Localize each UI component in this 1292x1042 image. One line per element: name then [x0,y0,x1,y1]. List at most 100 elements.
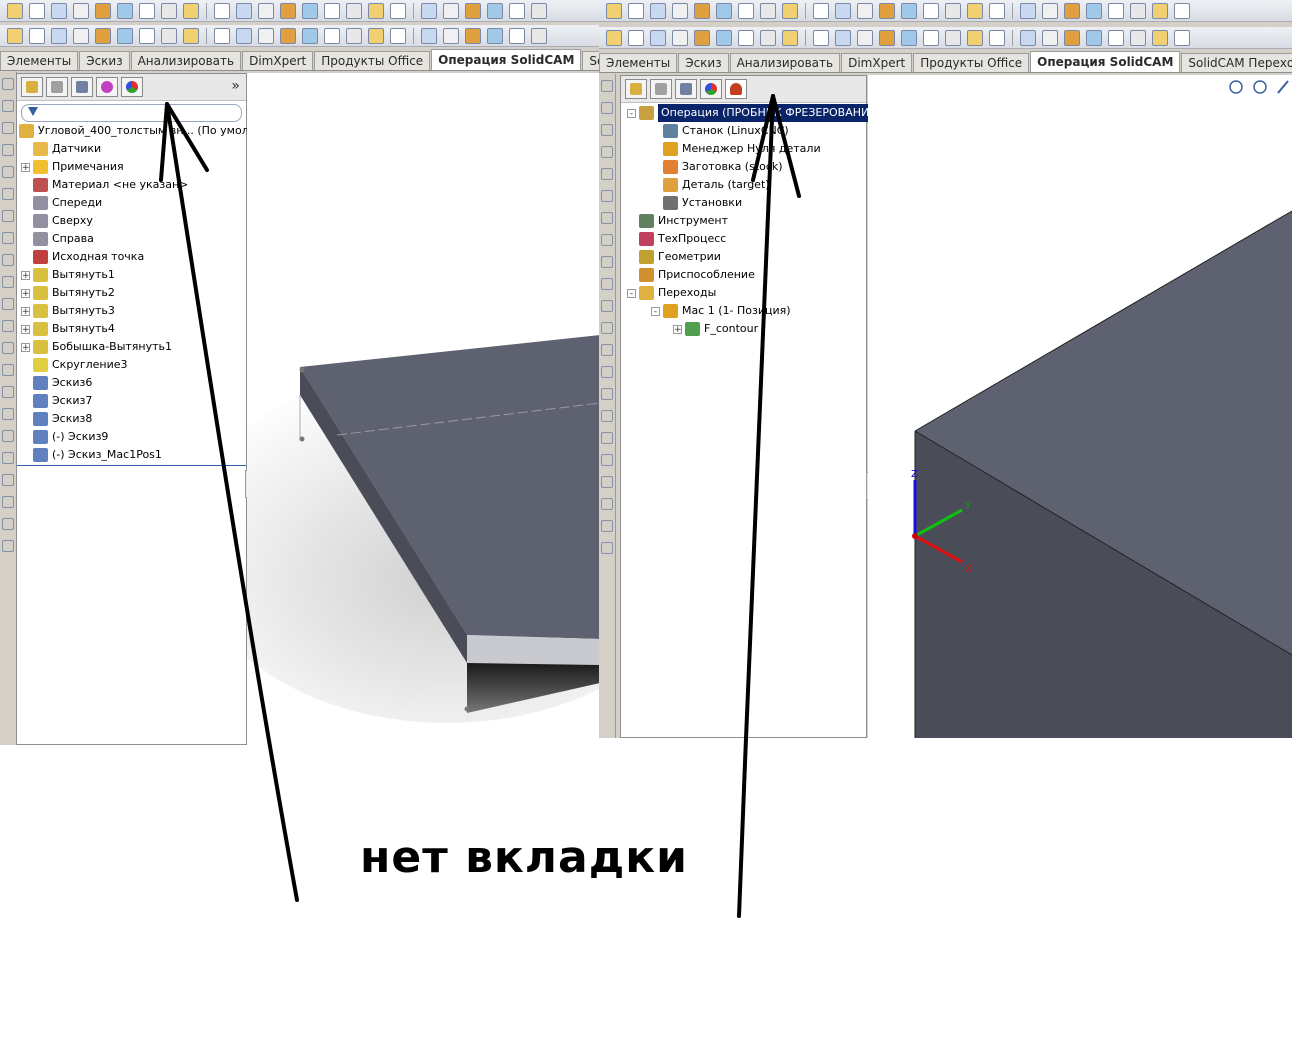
vertical-tool-icon[interactable] [2,518,14,530]
tree-root-part[interactable]: Угловой_400_толстым вн... (По умол [19,122,249,140]
expand-toggle-icon[interactable]: - [627,288,636,298]
vertical-tool-icon[interactable] [2,144,14,156]
toolbar-button-icon[interactable] [421,27,437,44]
tab-3[interactable]: DimXpert [841,53,913,72]
toolbar-button-icon[interactable] [967,2,983,19]
vertical-tool-icon[interactable] [2,254,14,266]
tree-item[interactable]: Геометрии [627,248,721,266]
toolbar-button-icon[interactable] [1020,2,1036,19]
vertical-tool-icon[interactable] [601,102,613,114]
tree-item[interactable]: Установки [651,194,742,212]
toolbar-button-icon[interactable] [443,27,459,44]
toolbar-button-icon[interactable] [236,27,252,44]
toolbar-button-icon[interactable] [650,2,666,19]
previous-view-icon[interactable] [1277,80,1289,94]
toolbar-button-icon[interactable] [465,2,481,19]
toolbar-button-icon[interactable] [258,27,274,44]
vertical-tool-icon[interactable] [2,210,14,222]
vertical-tool-icon[interactable] [601,300,613,312]
vertical-tool-icon[interactable] [601,212,613,224]
toolbar-button-icon[interactable] [1064,2,1080,19]
toolbar-button-icon[interactable] [51,27,67,44]
tab-6[interactable]: SolidCAM П [582,51,600,70]
toolbar-button-icon[interactable] [857,29,873,46]
tab-1[interactable]: Эскиз [79,51,130,70]
tree-item[interactable]: Эскиз7 [21,392,92,410]
toolbar-button-icon[interactable] [1086,29,1102,46]
toolbar-button-icon[interactable] [51,2,67,19]
toolbar-button-icon[interactable] [487,27,503,44]
vertical-tool-icon[interactable] [601,168,613,180]
vertical-tool-icon[interactable] [2,342,14,354]
toolbar-button-icon[interactable] [390,2,406,19]
tab-3[interactable]: DimXpert [242,51,314,70]
toolbar-button-icon[interactable] [967,29,983,46]
toolbar-button-icon[interactable] [1042,29,1058,46]
vertical-tool-icon[interactable] [2,430,14,442]
toolbar-button-icon[interactable] [738,2,754,19]
graphics-viewport[interactable]: Z Y X [868,75,1292,738]
toolbar-button-icon[interactable] [760,2,776,19]
tree-item[interactable]: Справа [21,230,94,248]
vertical-tool-icon[interactable] [601,454,613,466]
toolbar-button-icon[interactable] [236,2,252,19]
toolbar-button-icon[interactable] [782,29,798,46]
toolbar-button-icon[interactable] [857,2,873,19]
solidcam-manager-tab-icon[interactable] [725,79,747,99]
tab-6[interactable]: SolidCAM Переходы [1181,53,1292,72]
feature-manager-tab-icon[interactable] [21,77,43,97]
toolbar-button-icon[interactable] [694,29,710,46]
expand-toggle-icon[interactable]: - [627,108,636,118]
toolbar-button-icon[interactable] [716,29,732,46]
vertical-tool-icon[interactable] [601,80,613,92]
toolbar-button-icon[interactable] [1108,2,1124,19]
tree-item[interactable]: Сверху [21,212,93,230]
configuration-manager-tab-icon[interactable] [675,79,697,99]
tree-item[interactable]: Приспособление [627,266,755,284]
zoom-area-icon[interactable] [1253,80,1267,94]
tree-item[interactable]: Заготовка (stock) [651,158,783,176]
toolbar-button-icon[interactable] [161,27,177,44]
expand-toggle-icon[interactable]: + [21,270,30,280]
tree-item[interactable]: Скругление3 [21,356,128,374]
vertical-tool-icon[interactable] [2,232,14,244]
dimxpert-manager-tab-icon[interactable] [96,77,118,97]
toolbar-button-icon[interactable] [214,2,230,19]
expand-toggle-icon[interactable]: + [21,288,30,298]
toolbar-button-icon[interactable] [258,2,274,19]
toolbar-button-icon[interactable] [531,2,547,19]
vertical-tool-icon[interactable] [601,124,613,136]
vertical-tool-icon[interactable] [601,388,613,400]
toolbar-button-icon[interactable] [531,27,547,44]
toolbar-button-icon[interactable] [650,29,666,46]
feature-manager-tab-icon[interactable] [625,79,647,99]
vertical-tool-icon[interactable] [2,452,14,464]
toolbar-button-icon[interactable] [183,27,199,44]
toolbar-button-icon[interactable] [813,29,829,46]
toolbar-button-icon[interactable] [368,27,384,44]
tree-item[interactable]: Эскиз6 [21,374,92,392]
toolbar-button-icon[interactable] [923,29,939,46]
toolbar-button-icon[interactable] [73,2,89,19]
tree-item[interactable]: + Бобышка-Вытянуть1 [21,338,172,356]
toolbar-button-icon[interactable] [280,2,296,19]
display-manager-tab-icon[interactable] [700,79,722,99]
toolbar-button-icon[interactable] [346,27,362,44]
toolbar-button-icon[interactable] [7,2,23,19]
toolbar-button-icon[interactable] [1130,2,1146,19]
vertical-tool-icon[interactable] [601,410,613,422]
vertical-tool-icon[interactable] [601,344,613,356]
toolbar-button-icon[interactable] [95,27,111,44]
expand-toggle-icon[interactable]: + [21,324,30,334]
vertical-tool-icon[interactable] [601,520,613,532]
toolbar-button-icon[interactable] [1020,29,1036,46]
toolbar-button-icon[interactable] [443,2,459,19]
toolbar-button-icon[interactable] [465,27,481,44]
tree-item[interactable]: (-) Эскиз_Mac1Pos1 [21,446,162,464]
expand-toggle-icon[interactable]: + [21,342,30,352]
tab-0[interactable]: Элементы [599,53,678,72]
tree-item[interactable]: Инструмент [627,212,728,230]
zoom-to-fit-icon[interactable] [1229,80,1243,94]
vertical-tool-icon[interactable] [2,188,14,200]
tree-item[interactable]: + F_contour [673,320,758,338]
